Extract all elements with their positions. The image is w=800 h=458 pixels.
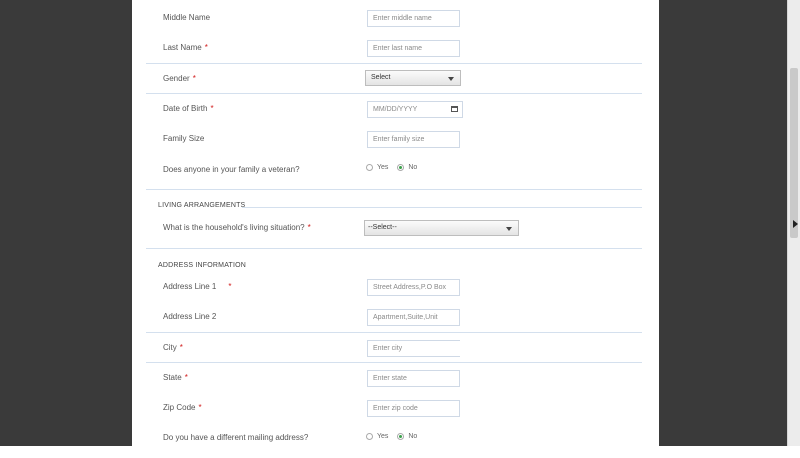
veteran-yes-radio[interactable] [366,164,373,171]
address-line1-label: Address Line 1 * [163,282,232,291]
veteran-no-radio[interactable] [397,164,405,171]
last-name-label: Last Name * [163,43,208,52]
veteran-yes-label: Yes [377,164,389,171]
zip-label: Zip Code * [163,403,202,412]
divider [146,248,642,249]
family-size-input[interactable]: Enter family size [367,131,460,148]
zip-input[interactable]: Enter zip code [367,400,460,417]
gender-label: Gender * [163,74,196,83]
required-marker: * [307,223,311,232]
living-situation-select[interactable]: --Select-- [364,220,519,236]
chevron-down-icon [448,77,454,81]
page-background-left [0,0,132,446]
city-input[interactable]: Enter city [367,340,460,357]
heading-rule [242,207,642,208]
address-information-heading: ADDRESS INFORMATION [158,262,247,269]
mailing-no-label: No [408,433,418,440]
gender-select[interactable]: Select [365,70,461,86]
divider [146,332,642,333]
mailing-label: Do you have a different mailing address? [163,433,309,442]
mailing-row: Do you have a different mailing address?… [132,428,659,458]
dob-label: Date of Birth * [163,104,214,113]
form-container: Middle Name Enter middle name Last Name *… [132,0,659,446]
mailing-no-radio[interactable] [397,433,405,440]
last-name-input[interactable]: Enter last name [367,40,460,57]
city-row: City * Enter city [132,338,659,368]
chevron-down-icon [506,227,512,231]
required-marker: * [184,373,188,382]
state-input[interactable]: Enter state [367,370,460,387]
scrollbar-thumb[interactable] [790,68,798,238]
calendar-icon[interactable] [451,106,458,112]
middle-name-row: Middle Name Enter middle name [132,8,659,38]
living-arrangements-heading: LIVING ARRANGEMENTS [158,202,246,209]
mailing-yes-radio[interactable] [366,433,373,440]
state-row: State * Enter state [132,368,659,398]
required-marker: * [179,343,183,352]
address-line2-input[interactable]: Apartment,Suite,Unit [367,309,460,326]
veteran-no-label: No [408,164,418,171]
required-marker: * [204,43,208,52]
page-background-right [659,0,787,446]
divider [146,93,642,94]
dob-row: Date of Birth * MM/DD/YYYY [132,99,659,129]
living-situation-label: What is the household's living situation… [163,223,311,232]
mailing-radio-group: Yes No [366,433,424,440]
address-line1-input[interactable]: Street Address,P.O Box [367,279,460,296]
veteran-label: Does anyone in your family a veteran? [163,165,300,174]
required-marker: * [210,104,214,113]
veteran-radio-group: Yes No [366,164,424,171]
required-marker: * [228,282,232,291]
state-label: State * [163,373,188,382]
middle-name-input[interactable]: Enter middle name [367,10,460,27]
mouse-cursor-icon [793,220,798,228]
divider [146,63,642,64]
zip-row: Zip Code * Enter zip code [132,398,659,428]
living-situation-row: What is the household's living situation… [132,219,659,249]
city-label: City * [163,343,183,352]
address-line2-label: Address Line 2 [163,312,217,321]
dob-input[interactable]: MM/DD/YYYY [367,101,463,118]
veteran-row: Does anyone in your family a veteran? Ye… [132,159,659,189]
divider [146,362,642,363]
mailing-yes-label: Yes [377,433,389,440]
family-size-row: Family Size Enter family size [132,129,659,159]
family-size-label: Family Size [163,134,205,143]
required-marker: * [192,74,196,83]
middle-name-label: Middle Name [163,13,211,22]
divider [146,189,642,190]
required-marker: * [198,403,202,412]
gender-row: Gender * Select [132,69,659,99]
address-line1-row: Address Line 1 * Street Address,P.O Box [132,277,659,307]
